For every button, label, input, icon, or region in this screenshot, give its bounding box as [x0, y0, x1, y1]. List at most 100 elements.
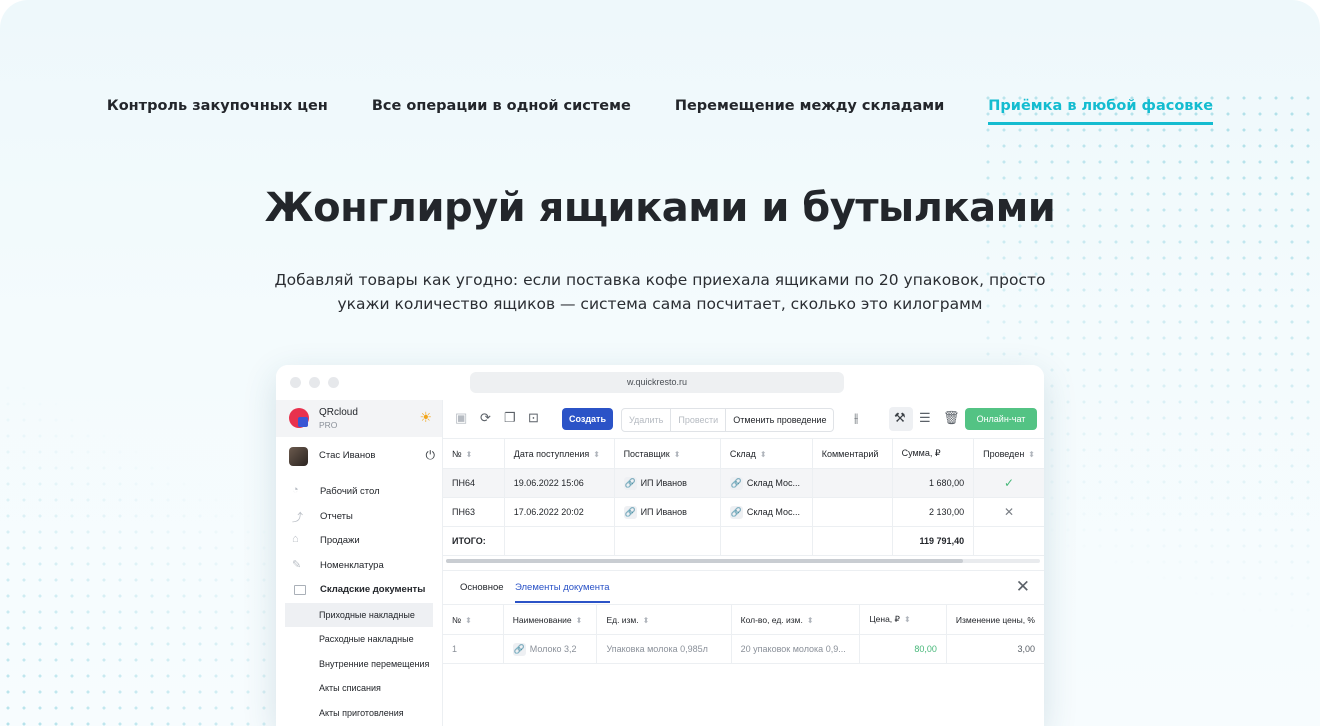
tab-document-items[interactable]: Элементы документа	[515, 582, 610, 603]
cell-empty	[504, 526, 615, 556]
sort-icon: ⬍	[673, 449, 681, 459]
brand-name: QRcloud	[319, 407, 358, 418]
column-header[interactable]: № ⬍	[443, 439, 505, 469]
cell-price: 80,00	[859, 634, 947, 664]
column-header[interactable]: Проведен ⬍	[973, 439, 1044, 469]
close-icon[interactable]: ✕	[1016, 577, 1030, 597]
delete-button[interactable]: Удалить	[622, 409, 672, 431]
check-icon: ✓	[973, 468, 1044, 498]
table-header: № ⬍ Дата поступления ⬍ Поставщик ⬍ Склад ⬍ К…	[443, 439, 1044, 469]
refresh-icon[interactable]: ⟳	[480, 411, 491, 425]
app-screenshot-window: w.quickresto.ru QRcloud PRO ☀ Стас Ивано…	[276, 365, 1044, 726]
column-header[interactable]: Наименование ⬍	[503, 605, 598, 635]
avatar	[289, 447, 308, 466]
cell-price-change: 3,00	[946, 634, 1044, 664]
sun-icon[interactable]: ☀	[419, 410, 432, 424]
column-header[interactable]: Склад ⬍	[720, 439, 813, 469]
column-header[interactable]: Изменение цены, %	[946, 605, 1044, 635]
tab-warehouse-transfer[interactable]: Перемещение между складами	[675, 98, 944, 125]
sidebar-subitem-cooking[interactable]: Акты приготовления	[276, 701, 442, 726]
column-header[interactable]: № ⬍	[443, 605, 504, 635]
tab-all-operations[interactable]: Все операции в одной системе	[372, 98, 631, 125]
cell-number: 1	[443, 634, 504, 664]
inbox-icon[interactable]: ⊡	[528, 411, 539, 425]
column-header-label: Изменение цены, %	[955, 614, 1035, 625]
column-header[interactable]: Комментарий	[812, 439, 893, 469]
browser-chrome: w.quickresto.ru	[276, 365, 1044, 400]
table-row[interactable]: ПН63 17.06.2022 20:02 🔗 ИП Иванов 🔗 Склад …	[443, 497, 1044, 527]
main-content: ▣ ⟳ ❐ ⊡ Создать Удалить Провести Отменит…	[443, 400, 1044, 726]
column-header-label: Сумма, ₽	[901, 448, 941, 458]
unpost-button[interactable]: Отменить проведение	[726, 409, 833, 431]
sidebar-item-label: Складские документы	[320, 584, 426, 595]
sort-icon: ⬍	[575, 615, 583, 625]
sidebar-item-label: Номенклатура	[320, 559, 384, 571]
sidebar-item-sales[interactable]: ⌂ Продажи	[276, 529, 442, 554]
address-bar[interactable]: w.quickresto.ru	[470, 372, 844, 393]
sidebar-subitem-outgoing[interactable]: Расходные накладные	[276, 627, 442, 652]
cell-supplier: 🔗 ИП Иванов	[614, 468, 721, 498]
sidebar-item-warehouse-docs[interactable]: Складские документы	[276, 578, 442, 603]
copy-icon[interactable]: ❐	[504, 411, 516, 425]
link-icon[interactable]: 🔗	[729, 476, 743, 490]
sort-icon: ⬍	[465, 449, 473, 459]
scrollbar-thumb[interactable]	[446, 559, 963, 563]
column-header[interactable]: Цена, ₽ ⬍	[859, 605, 947, 635]
save-icon[interactable]: ▣	[455, 411, 467, 425]
filter-sliders-icon[interactable]: ⫲	[854, 411, 858, 425]
online-chat-button[interactable]: Онлайн-чат	[965, 408, 1037, 430]
lead-line: укажи количество ящиков — система сама п…	[337, 295, 983, 313]
column-header-label: Дата поступления	[513, 448, 590, 459]
tab-main[interactable]: Основное	[460, 582, 504, 593]
brand-block: QRcloud PRO ☀	[276, 400, 442, 437]
column-header[interactable]: Поставщик ⬍	[614, 439, 721, 469]
sidebar: QRcloud PRO ☀ Стас Иванов ⏻ ◔ Рабочий ст…	[276, 400, 443, 726]
cell-number: ПН64	[443, 468, 505, 498]
sidebar-subitem-incoming[interactable]: Приходные накладные	[285, 602, 433, 627]
sidebar-item-nomenclature[interactable]: ✎ Номенклатура	[276, 554, 442, 579]
tab-purchase-prices[interactable]: Контроль закупочных цен	[107, 98, 328, 125]
decorative-dots	[0, 380, 300, 726]
cell-warehouse: 🔗 Склад Мос...	[720, 497, 813, 527]
supplier-name: ИП Иванов	[640, 477, 687, 488]
table-row[interactable]: 1 🔗 Молоко 3,2 Упаковка молока 0,985л 20 …	[443, 634, 1044, 664]
cell-unit: Упаковка молока 0,985л	[596, 634, 732, 664]
sidebar-menu: ◔ Рабочий стол ⤴ Отчеты ⌂ Продажи ✎ Номе…	[276, 480, 442, 725]
table-row[interactable]: ПН64 19.06.2022 15:06 🔗 ИП Иванов 🔗 Склад …	[443, 468, 1044, 498]
power-icon[interactable]: ⏻	[426, 448, 436, 463]
sidebar-subitem-label: Расходные накладные	[319, 634, 414, 644]
post-button[interactable]: Провести	[671, 409, 727, 431]
link-icon[interactable]: 🔗	[623, 505, 637, 519]
column-header-label: Наименование	[512, 614, 572, 625]
trash-icon[interactable]: 🗑	[943, 411, 960, 425]
sidebar-item-dashboard[interactable]: ◔ Рабочий стол	[276, 480, 442, 505]
cell-number: ПН63	[443, 497, 505, 527]
link-icon[interactable]: 🔗	[729, 505, 743, 519]
column-header[interactable]: Ед. изм. ⬍	[596, 605, 732, 635]
total-label: ИТОГО:	[443, 526, 505, 556]
link-icon[interactable]: 🔗	[512, 642, 526, 656]
link-icon[interactable]: 🔗	[623, 476, 637, 490]
sidebar-subitem-writeoffs[interactable]: Акты списания	[276, 676, 442, 701]
column-header[interactable]: Кол-во, ед. изм. ⬍	[731, 605, 861, 635]
panel-tabs: Основное Элементы документа ✕	[443, 571, 1044, 605]
column-header[interactable]: Дата поступления ⬍	[504, 439, 615, 469]
sidebar-item-reports[interactable]: ⤴ Отчеты	[276, 505, 442, 530]
sidebar-subitem-transfers[interactable]: Внутренние перемещения	[276, 652, 442, 677]
sort-icon: ⬍	[1028, 449, 1035, 459]
sidebar-item-label: Отчеты	[320, 510, 353, 522]
sidebar-subitem-label: Внутренние перемещения	[319, 658, 430, 669]
column-header-label: Цена, ₽	[869, 614, 900, 624]
cell-sum: 2 130,00	[892, 497, 975, 527]
tab-receiving[interactable]: Приёмка в любой фасовке	[988, 98, 1214, 125]
create-button[interactable]: Создать	[562, 408, 613, 430]
column-header-label: Кол-во, ед. изм.	[740, 614, 803, 625]
sidebar-subitem-label: Приходные накладные	[319, 609, 415, 620]
cell-name: 🔗 Молоко 3,2	[503, 634, 598, 664]
horizontal-scrollbar[interactable]	[446, 559, 1040, 563]
item-name: Молоко 3,2	[529, 643, 577, 654]
list-icon[interactable]: ☰	[919, 411, 931, 425]
column-header[interactable]: Сумма, ₽	[892, 439, 975, 469]
warehouse-name: Склад Мос...	[746, 477, 800, 488]
page: Контроль закупочных цен Все операции в о…	[0, 0, 1320, 726]
